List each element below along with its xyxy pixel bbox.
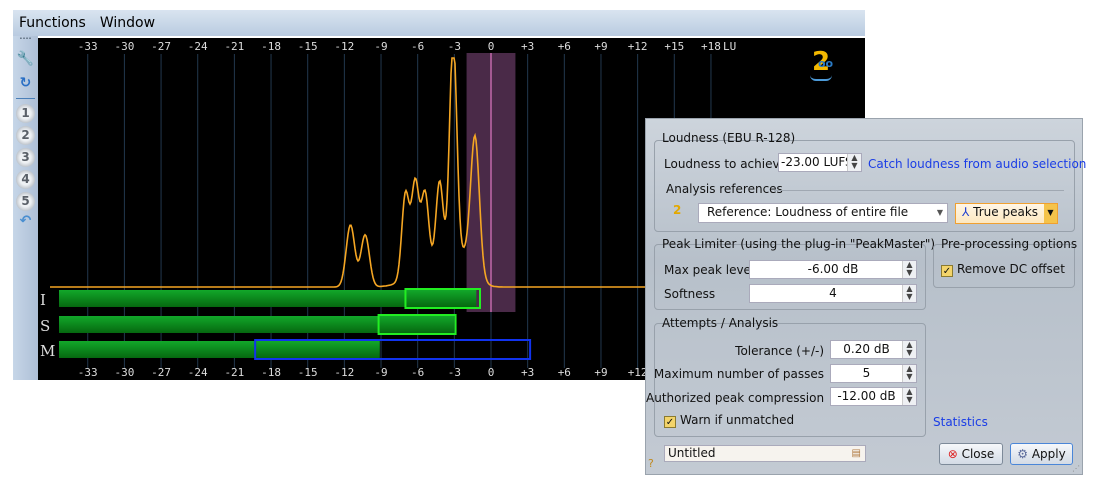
compression-stepper[interactable]: ▲ ▼ bbox=[902, 388, 916, 405]
undo-icon[interactable]: ↶ bbox=[16, 212, 35, 231]
true-peaks-dropdown[interactable]: ⅄ True peaks ▼ bbox=[955, 203, 1058, 224]
top-tick-label: -27 bbox=[151, 40, 171, 53]
softness-label: Softness bbox=[664, 287, 716, 301]
meter-bar-S bbox=[59, 316, 455, 333]
bottom-tick-label: -30 bbox=[114, 366, 134, 379]
gear-icon: ⚙ bbox=[1017, 447, 1029, 461]
close-button[interactable]: ⊗ Close bbox=[939, 443, 1003, 465]
bottom-tick-label: 0 bbox=[488, 366, 495, 379]
attempts-group-title: Attempts / Analysis bbox=[662, 316, 779, 330]
top-tick-label: -24 bbox=[188, 40, 208, 53]
true-peaks-icon: ⅄ bbox=[962, 205, 970, 219]
meter-label-S: S bbox=[40, 317, 50, 335]
top-tick-label: +12 bbox=[628, 40, 648, 53]
checkbox-icon[interactable]: ✓ bbox=[664, 416, 676, 428]
help-icon[interactable]: ? bbox=[648, 457, 654, 470]
apply-button[interactable]: ⚙ Apply bbox=[1010, 443, 1073, 465]
compression-input[interactable]: -12.00 dB ▲ ▼ bbox=[830, 387, 917, 406]
app-logo-icon: 2 oo bbox=[806, 47, 836, 81]
bottom-tick-label: +9 bbox=[594, 366, 607, 379]
warn-checkbox[interactable]: ✓ Warn if unmatched bbox=[664, 413, 794, 428]
compression-label: Authorized peak compression bbox=[646, 391, 825, 405]
redo-icon[interactable]: ↻ bbox=[16, 74, 35, 93]
top-tick-label: +9 bbox=[594, 40, 607, 53]
statistics-link[interactable]: Statistics bbox=[933, 415, 988, 429]
preset-name-input[interactable]: Untitled ▤ bbox=[664, 445, 866, 462]
meter-label-I: I bbox=[40, 291, 46, 309]
top-tick-label: -18 bbox=[261, 40, 281, 53]
top-tick-label: -12 bbox=[334, 40, 354, 53]
passes-stepper[interactable]: ▲ ▼ bbox=[902, 365, 916, 382]
top-tick-label: +6 bbox=[558, 40, 571, 53]
bottom-tick-label: +3 bbox=[521, 366, 534, 379]
menu-window[interactable]: Window bbox=[100, 15, 155, 31]
meter-bar-M bbox=[59, 341, 380, 358]
grip-icon[interactable]: ···· bbox=[16, 35, 35, 44]
loudness-stepper[interactable]: ▲ ▼ bbox=[847, 154, 861, 171]
top-tick-label: -9 bbox=[374, 40, 387, 53]
bottom-tick-label: -18 bbox=[261, 366, 281, 379]
top-tick-label: +18 bbox=[701, 40, 721, 53]
menu-functions[interactable]: Functions bbox=[19, 15, 86, 31]
max-peak-stepper[interactable]: ▲ ▼ bbox=[902, 261, 916, 278]
top-tick-label: -3 bbox=[448, 40, 461, 53]
preset-4-button[interactable]: 4 bbox=[16, 170, 35, 189]
tolerance-input[interactable]: 0.20 dB ▲ ▼ bbox=[830, 340, 917, 359]
softness-input[interactable]: 4 ▲ ▼ bbox=[749, 284, 917, 303]
bottom-tick-label: -21 bbox=[224, 366, 244, 379]
tolerance-label: Tolerance (+/-) bbox=[735, 344, 824, 358]
bottom-tick-label: -27 bbox=[151, 366, 171, 379]
toolbar: ···· 🔧 ↻ 1 2 3 4 5 ↶ bbox=[13, 35, 38, 380]
top-tick-label: +3 bbox=[521, 40, 534, 53]
loudness-dialog: Loudness (EBU R-128) Loudness to achieve… bbox=[645, 118, 1086, 475]
max-peak-label: Max peak level bbox=[664, 263, 755, 277]
preset-2-button[interactable]: 2 bbox=[16, 126, 35, 145]
meter-label-M: M bbox=[40, 342, 55, 360]
top-tick-label: -15 bbox=[298, 40, 318, 53]
bottom-tick-label: -6 bbox=[411, 366, 424, 379]
max-peak-input[interactable]: -6.00 dB ▲ ▼ bbox=[749, 260, 917, 279]
unit-label: LU bbox=[723, 40, 736, 53]
bottom-tick-label: -3 bbox=[448, 366, 461, 379]
loudness-label: Loudness to achieve bbox=[664, 157, 787, 171]
passes-input[interactable]: 5 ▲ ▼ bbox=[830, 364, 917, 383]
preset-3-button[interactable]: 3 bbox=[16, 148, 35, 167]
preset-5-button[interactable]: 5 bbox=[16, 192, 35, 211]
top-tick-label: -6 bbox=[411, 40, 424, 53]
wrench-icon[interactable]: 🔧 bbox=[16, 50, 35, 69]
limiter-group-title: Peak Limiter (using the plug-in "PeakMas… bbox=[662, 237, 936, 251]
resize-grip-icon[interactable]: ⋰ bbox=[1072, 464, 1080, 473]
top-tick-label: +15 bbox=[664, 40, 684, 53]
meter-bar-I bbox=[59, 290, 477, 307]
top-tick-label: 0 bbox=[488, 40, 495, 53]
bottom-tick-label: -15 bbox=[298, 366, 318, 379]
softness-stepper[interactable]: ▲ ▼ bbox=[902, 285, 916, 302]
reference-dropdown[interactable]: Reference: Loudness of entire file ▼ bbox=[698, 203, 948, 223]
bottom-tick-label: -12 bbox=[334, 366, 354, 379]
top-tick-label: -30 bbox=[114, 40, 134, 53]
analysis-references-label: Analysis references bbox=[666, 182, 783, 196]
close-icon: ⊗ bbox=[947, 447, 958, 461]
bottom-tick-label: -33 bbox=[78, 366, 98, 379]
reference-logo-icon: 2 bbox=[673, 203, 682, 217]
catch-loudness-link[interactable]: Catch loudness from audio selection bbox=[868, 157, 1086, 171]
remove-dc-checkbox[interactable]: ✓ Remove DC offset bbox=[941, 262, 1065, 277]
bottom-tick-label: -9 bbox=[374, 366, 387, 379]
chevron-down-icon: ▼ bbox=[1044, 204, 1057, 223]
checkbox-icon[interactable]: ✓ bbox=[941, 265, 953, 277]
top-tick-label: -21 bbox=[224, 40, 244, 53]
preset-1-button[interactable]: 1 bbox=[16, 104, 35, 123]
loudness-group-title: Loudness (EBU R-128) bbox=[662, 131, 796, 145]
preprocessing-group-title: Pre-processing options bbox=[941, 237, 1078, 251]
chevron-down-icon: ▼ bbox=[936, 208, 943, 217]
passes-label: Maximum number of passes bbox=[653, 367, 824, 381]
bottom-tick-label: -24 bbox=[188, 366, 208, 379]
bottom-tick-label: +6 bbox=[558, 366, 571, 379]
tolerance-stepper[interactable]: ▲ ▼ bbox=[902, 341, 916, 358]
top-tick-label: -33 bbox=[78, 40, 98, 53]
menu-bar: Functions Window bbox=[13, 10, 865, 36]
loudness-input[interactable]: -23.00 LUFS ▲ ▼ bbox=[778, 153, 862, 172]
preset-menu-icon[interactable]: ▤ bbox=[852, 446, 861, 461]
